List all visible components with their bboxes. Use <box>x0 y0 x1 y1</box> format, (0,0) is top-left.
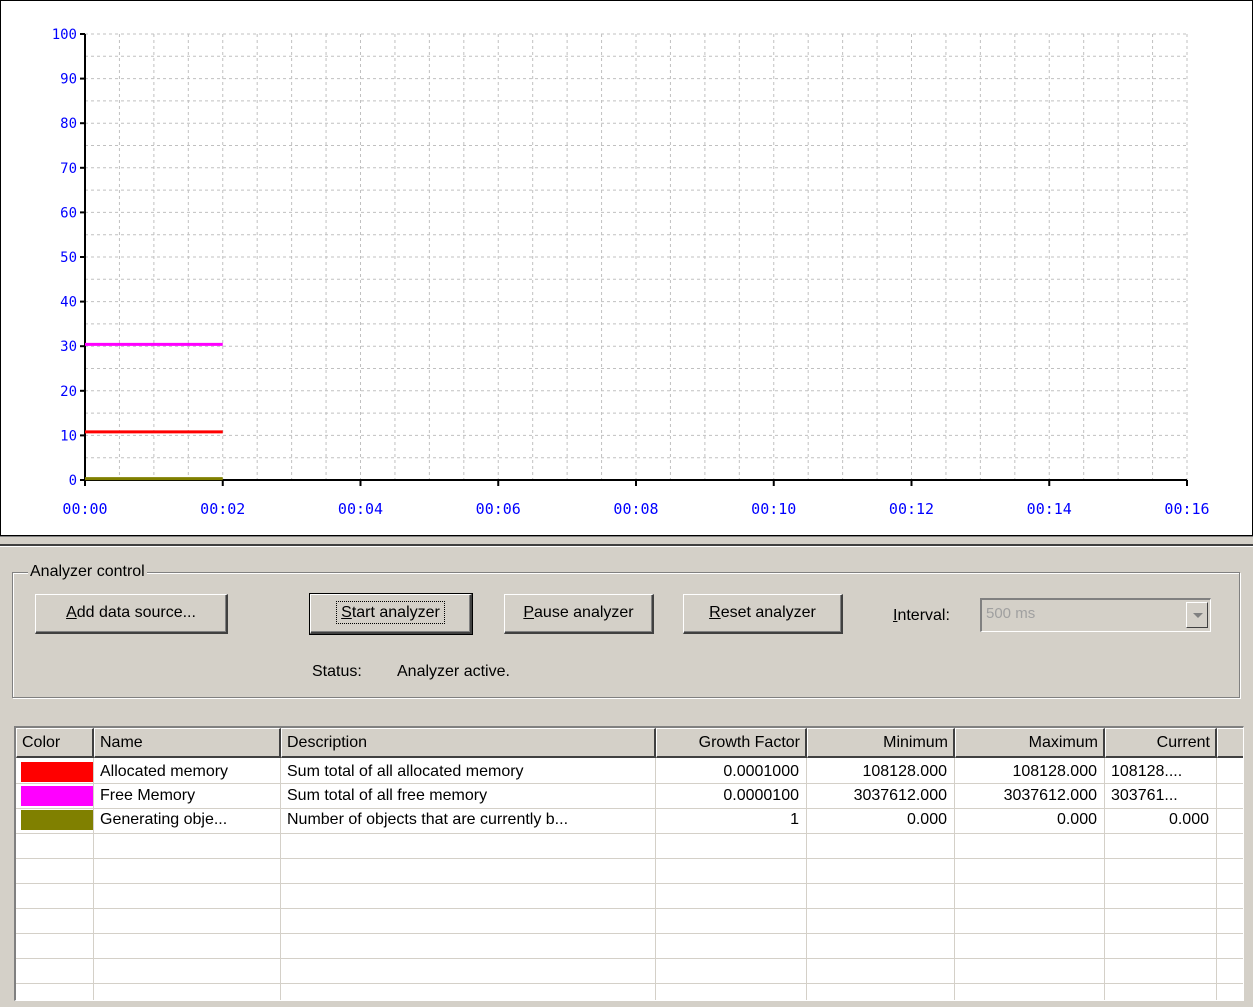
status-label: Status: <box>312 663 362 680</box>
list-header: Color Name Description Growth Factor Min… <box>16 728 1243 758</box>
x-tick-label: 00:02 <box>200 500 245 518</box>
x-tick-label: 00:10 <box>751 500 796 518</box>
interval-label: Interval: <box>893 607 950 624</box>
cell-current: 108128.... <box>1111 763 1183 780</box>
color-swatch <box>21 786 93 806</box>
grid-line <box>16 858 1243 859</box>
y-tick-label: 60 <box>60 205 77 221</box>
column-header-growth-factor[interactable]: Growth Factor <box>656 728 807 758</box>
cell-minimum: 3037612.000 <box>853 787 947 804</box>
y-tick-label: 70 <box>60 161 77 177</box>
column-header-description[interactable]: Description <box>281 728 656 758</box>
reset-analyzer-label: Reset analyzer <box>709 604 816 621</box>
column-header-color[interactable]: Color <box>16 728 94 758</box>
column-header-minimum[interactable]: Minimum <box>807 728 955 758</box>
add-data-source-label: Add data source... <box>66 604 196 621</box>
x-tick-label: 00:06 <box>476 500 521 518</box>
chart-area: 0 10 20 30 40 50 60 70 80 90 100 00:00 00:02 00:04 00:… <box>0 0 1253 536</box>
y-tick-label: 0 <box>69 473 77 489</box>
cell-description: Sum total of all free memory <box>287 787 488 804</box>
interval-value: 500 ms <box>986 605 1036 622</box>
cell-maximum: 3037612.000 <box>1003 787 1097 804</box>
grid-line <box>16 833 1243 834</box>
y-tick-label: 10 <box>60 428 77 444</box>
start-analyzer-button[interactable]: Start analyzer <box>309 593 473 635</box>
pause-analyzer-button[interactable]: Pause analyzer <box>504 594 654 634</box>
cell-minimum: 0.000 <box>906 811 947 828</box>
x-tick-label: 00:14 <box>1027 500 1072 518</box>
cell-maximum: 0.000 <box>1056 811 1097 828</box>
column-header-name[interactable]: Name <box>94 728 281 758</box>
y-tick-label: 90 <box>60 72 77 88</box>
y-tick-label: 80 <box>60 116 77 132</box>
cell-growth-factor: 1 <box>790 811 799 828</box>
color-swatch <box>21 810 93 830</box>
interval-select[interactable]: 500 ms <box>980 598 1211 632</box>
y-tick-label: 20 <box>60 384 77 400</box>
grid-line <box>16 883 1243 884</box>
table-row[interactable]: Free Memory Sum total of all free memory… <box>16 784 1243 808</box>
x-tick-label: 00:04 <box>338 500 383 518</box>
cell-name: Free Memory <box>100 787 196 804</box>
cell-growth-factor: 0.0000100 <box>723 787 799 804</box>
cell-description: Sum total of all allocated memory <box>287 763 524 780</box>
data-source-list[interactable]: Color Name Description Growth Factor Min… <box>14 726 1244 1001</box>
grid-line <box>16 908 1243 909</box>
column-header-current[interactable]: Current <box>1105 728 1217 758</box>
y-tick-label: 100 <box>52 27 77 43</box>
cell-current: 0.000 <box>1168 811 1209 828</box>
analyzer-control-title: Analyzer control <box>28 562 147 582</box>
cell-minimum: 108128.000 <box>862 763 947 780</box>
table-row[interactable]: Generating obje... Number of objects tha… <box>16 808 1243 832</box>
column-header-filler <box>1217 728 1243 758</box>
start-analyzer-label: Start analyzer <box>336 601 445 624</box>
x-tick-label: 00:00 <box>62 500 107 518</box>
cell-name: Allocated memory <box>100 763 229 780</box>
y-tick-label: 50 <box>60 250 77 266</box>
x-tick-label: 00:08 <box>613 500 658 518</box>
reset-analyzer-button[interactable]: Reset analyzer <box>683 594 843 634</box>
add-data-source-button[interactable]: Add data source... <box>35 594 228 634</box>
cell-current: 303761... <box>1111 787 1178 804</box>
color-swatch <box>21 762 93 782</box>
x-tick-label: 00:12 <box>889 500 934 518</box>
column-header-maximum[interactable]: Maximum <box>955 728 1105 758</box>
chevron-down-icon[interactable] <box>1186 602 1208 628</box>
cell-growth-factor: 0.0001000 <box>723 763 799 780</box>
table-row[interactable]: Allocated memory Sum total of all alloca… <box>16 760 1243 784</box>
cell-name: Generating obje... <box>100 811 228 828</box>
grid-line <box>16 933 1243 934</box>
cell-description: Number of objects that are currently b..… <box>287 811 569 828</box>
splitter-highlight <box>0 546 1253 547</box>
grid-line <box>16 958 1243 959</box>
grid-line <box>16 983 1243 984</box>
cell-maximum: 108128.000 <box>1012 763 1097 780</box>
splitter-bar[interactable] <box>0 536 1253 546</box>
y-tick-label: 30 <box>60 339 77 355</box>
analyzer-control-group <box>12 572 1240 698</box>
x-tick-label: 00:16 <box>1164 500 1209 518</box>
line-chart: 0 10 20 30 40 50 60 70 80 90 100 00:00 00:02 00:04 00:… <box>52 27 1210 518</box>
status-value: Analyzer active. <box>397 663 510 680</box>
pause-analyzer-label: Pause analyzer <box>523 604 634 621</box>
y-tick-label: 40 <box>60 295 77 311</box>
